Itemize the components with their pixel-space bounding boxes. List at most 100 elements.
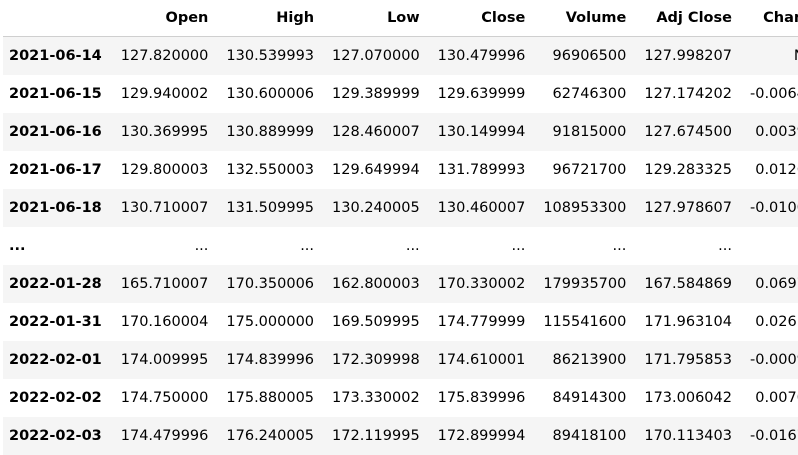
cell-open: 170.160004 — [120, 314, 209, 330]
cell-low: 127.070000 — [332, 48, 420, 64]
table-row: 2021-06-16 130.369995 130.889999 128.460007… — [3, 113, 798, 151]
table-row: 2022-02-02 174.750000 175.880005 173.330002… — [3, 379, 798, 417]
cell-change: 0.069778 — [755, 276, 798, 292]
cell-close: 172.899994 — [437, 428, 526, 444]
cell-open: 174.479996 — [120, 428, 209, 444]
header-volume: Volume — [534, 0, 636, 37]
table-row: 2021-06-15 129.940002 130.600006 129.389999… — [3, 75, 798, 113]
cell-change: -0.016720 — [749, 428, 798, 444]
cell-open: ... — [194, 238, 209, 254]
cell-close: ... — [511, 238, 526, 254]
table-row: ........................ — [3, 227, 798, 265]
cell-low: 128.460007 — [332, 124, 420, 140]
cell-volume: 89418100 — [552, 428, 627, 444]
header-change: Change — [740, 0, 798, 37]
cell-adj-close: 171.795853 — [644, 352, 732, 368]
cell-adj-close: 127.998207 — [644, 48, 732, 64]
cell-close: 130.479996 — [437, 48, 526, 64]
cell-open: 174.009995 — [120, 352, 209, 368]
cell-change: ... — [741, 227, 798, 265]
cell-change: -0.000973 — [749, 352, 798, 368]
cell-high: 132.550003 — [226, 162, 315, 178]
cell-low: 162.800003 — [332, 276, 420, 292]
cell-adj-close: 167.584869 — [644, 276, 732, 292]
header-adj-close: Adj Close — [635, 0, 741, 37]
cell-close: 131.789993 — [437, 162, 526, 178]
cell-volume: 96906500 — [552, 48, 627, 64]
header-open: Open — [111, 0, 218, 37]
cell-high: ... — [300, 238, 315, 254]
cell-low: 130.240005 — [332, 200, 420, 216]
cell-volume: 179935700 — [543, 276, 627, 292]
cell-volume: 86213900 — [552, 352, 627, 368]
cell-low: 129.389999 — [332, 86, 420, 102]
cell-high: 131.509995 — [226, 200, 315, 216]
cell-volume: 62746300 — [552, 86, 627, 102]
cell-open: 174.750000 — [120, 390, 209, 406]
cell-adj-close: 173.006042 — [644, 390, 732, 406]
cell-close: 174.779999 — [437, 314, 526, 330]
row-index-date: 2022-02-02 — [9, 390, 102, 406]
cell-close: 130.149994 — [437, 124, 526, 140]
cell-change: -0.010092 — [749, 200, 798, 216]
cell-adj-close: 170.113403 — [644, 428, 732, 444]
table-row: 2022-02-01 174.009995 174.839996 172.309998… — [3, 341, 798, 379]
cell-adj-close: 171.963104 — [644, 314, 732, 330]
cell-high: 175.880005 — [226, 390, 315, 406]
cell-adj-close: 127.978607 — [644, 200, 732, 216]
header-high: High — [217, 0, 324, 37]
cell-adj-close: 129.283325 — [644, 162, 732, 178]
row-index-date: ... — [9, 238, 26, 254]
table-row: 2022-02-03 174.479996 176.240005 172.119995… — [3, 417, 798, 455]
table-row: 2021-06-17 129.800003 132.550003 129.649994… — [3, 151, 798, 189]
cell-change: 0.012601 — [755, 162, 798, 178]
cell-change: 0.003934 — [755, 124, 798, 140]
cell-low: 172.119995 — [332, 428, 420, 444]
cell-high: 174.839996 — [226, 352, 315, 368]
cell-low: 129.649994 — [332, 162, 420, 178]
row-index-date: 2021-06-15 — [9, 86, 102, 102]
table-body: 2021-06-14 127.820000 130.539993 127.070000… — [3, 36, 798, 455]
row-index-date: 2022-02-03 — [9, 428, 102, 444]
table-row: 2021-06-18 130.710007 131.509995 130.240005… — [3, 189, 798, 227]
cell-open: 129.940002 — [120, 86, 209, 102]
header-close: Close — [428, 0, 535, 37]
cell-low: 172.309998 — [332, 352, 420, 368]
cell-adj-close: 127.674500 — [644, 124, 732, 140]
cell-change: 0.007044 — [755, 390, 798, 406]
cell-open: 129.800003 — [120, 162, 209, 178]
cell-low: 169.509995 — [332, 314, 420, 330]
row-index-date: 2021-06-14 — [9, 48, 102, 64]
table-row: 2022-01-28 165.710007 170.350006 162.800003… — [3, 265, 798, 303]
cell-high: 175.000000 — [226, 314, 315, 330]
cell-open: 130.710007 — [120, 200, 209, 216]
cell-high: 130.889999 — [226, 124, 315, 140]
table-row: 2021-06-14 127.820000 130.539993 127.070000… — [3, 36, 798, 75]
cell-close: 170.330002 — [437, 276, 526, 292]
header-row: Open High Low Close Volume Adj Close Cha… — [3, 0, 798, 37]
cell-volume: 91815000 — [552, 124, 627, 140]
cell-volume: 115541600 — [543, 314, 627, 330]
cell-volume: 84914300 — [552, 390, 627, 406]
cell-volume: 108953300 — [543, 200, 627, 216]
cell-adj-close: ... — [718, 238, 732, 254]
table-row: 2022-01-31 170.160004 175.000000 169.509995… — [3, 303, 798, 341]
row-index-date: 2022-02-01 — [9, 352, 102, 368]
cell-high: 176.240005 — [226, 428, 315, 444]
cell-open: 127.820000 — [120, 48, 209, 64]
cell-high: 170.350006 — [226, 276, 315, 292]
row-index-date: 2022-01-31 — [9, 314, 102, 330]
row-index-date: 2021-06-18 — [9, 200, 102, 216]
cell-change: 0.026126 — [755, 314, 798, 330]
row-index-date: 2021-06-17 — [9, 162, 102, 178]
cell-change: -0.006438 — [749, 86, 798, 102]
cell-close: 174.610001 — [437, 352, 526, 368]
row-index-date: 2022-01-28 — [9, 276, 102, 292]
table-header: Open High Low Close Volume Adj Close Cha… — [3, 0, 798, 37]
cell-volume: 96721700 — [552, 162, 627, 178]
header-index — [3, 0, 112, 37]
cell-low: 173.330002 — [332, 390, 420, 406]
cell-high: 130.600006 — [226, 86, 315, 102]
cell-close: 129.639999 — [437, 86, 526, 102]
header-low: Low — [323, 0, 429, 37]
